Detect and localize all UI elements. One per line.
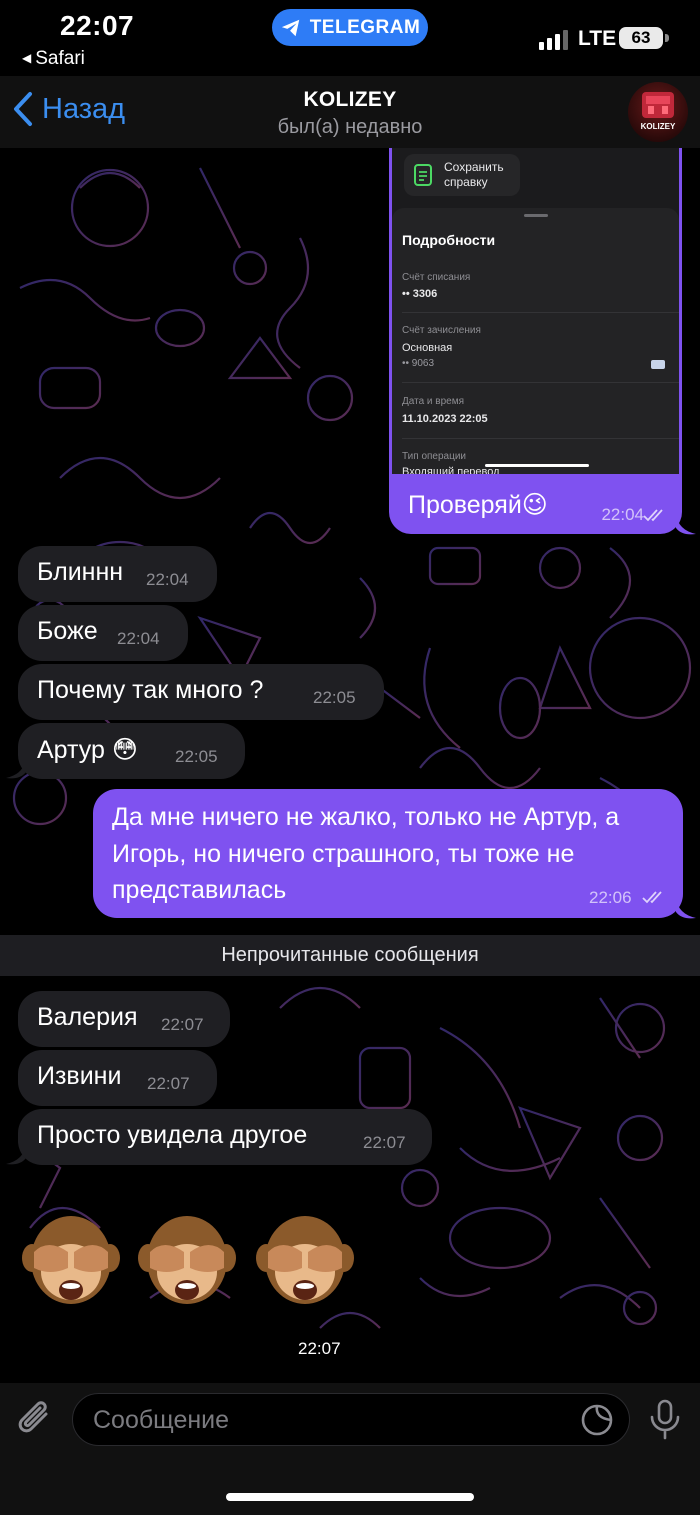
home-indicator: [226, 1493, 474, 1501]
incoming-message[interactable]: Извини 22:07: [18, 1050, 217, 1106]
message-text: Боже: [37, 617, 98, 645]
field-extra: •• 9063: [402, 358, 435, 369]
paperclip-icon[interactable]: [16, 1398, 56, 1440]
incoming-message[interactable]: Просто увидела другое 22:07: [18, 1109, 432, 1165]
incoming-message[interactable]: Артур 😳 22:05: [18, 723, 245, 779]
sheet-grabber: [524, 214, 548, 217]
field-label: Дата и время: [402, 396, 465, 407]
field-divider: [402, 438, 679, 439]
message-time: 22:07: [298, 1339, 341, 1358]
sticker-icon[interactable]: [580, 1403, 614, 1437]
field-divider: [402, 382, 679, 383]
see-no-evil-monkey-icon: [22, 1216, 120, 1304]
unread-messages-divider: Непрочитанные сообщения: [0, 935, 700, 976]
field-label: Тип операции: [402, 451, 467, 462]
message-time: 22:05: [175, 747, 218, 766]
message-time: 22:07: [161, 1015, 204, 1034]
field-label: Счёт зачисления: [402, 325, 481, 336]
outgoing-message[interactable]: Да мне ничего не жалко, только не Артур,…: [93, 789, 683, 918]
message-text: Валерия: [37, 1003, 138, 1031]
message-composer: [0, 1383, 700, 1515]
microphone-icon[interactable]: [648, 1399, 682, 1441]
incoming-message[interactable]: Боже 22:04: [18, 605, 188, 661]
telegram-pill[interactable]: TELEGRAM: [272, 9, 428, 46]
message-time: 22:04: [117, 629, 160, 648]
message-time: 22:06: [589, 888, 632, 907]
details-sheet: Подробности Счёт списания •• 3306 Счёт з…: [392, 208, 679, 474]
avatar-text: KOLIZEY: [640, 122, 676, 131]
image-caption: Проверяй😉: [408, 491, 548, 519]
chat-header: Назад KOLIZEY был(а) недавно KOLIZEY: [0, 76, 700, 148]
card-icon: [651, 360, 665, 369]
chat-status: был(а) недавно: [277, 116, 423, 138]
field-value: Основная: [402, 342, 453, 354]
see-no-evil-monkey-icon: [138, 1216, 236, 1304]
message-input[interactable]: [93, 1402, 563, 1438]
field-label: Счёт списания: [402, 272, 471, 283]
cellular-signal-icon: [539, 30, 568, 50]
app-pill-label: TELEGRAM: [309, 16, 421, 38]
message-time: 22:04: [146, 570, 189, 589]
incoming-message[interactable]: Валерия 22:07: [18, 991, 230, 1047]
battery-tip: [665, 34, 669, 42]
status-bar: 22:07 ◀ Safari TELEGRAM LTE 63: [0, 0, 700, 76]
message-text: Артур 😳: [37, 736, 138, 764]
message-text: Да мне ничего не жалко, только не Артур,…: [112, 803, 620, 904]
details-title: Подробности: [402, 232, 496, 248]
message-text: Почему так много ?: [37, 676, 264, 704]
document-icon: [414, 164, 432, 186]
back-to-app-link[interactable]: ◀ Safari: [22, 48, 85, 70]
message-text: Просто увидела другое: [37, 1121, 308, 1149]
save-receipt-card: Сохранить справку: [404, 154, 520, 196]
outgoing-image-message[interactable]: Сохранить справку Подробности Счёт списа…: [389, 148, 682, 534]
message-input-wrapper: [72, 1393, 630, 1446]
message-time: 22:04: [601, 505, 644, 524]
battery-indicator: 63: [619, 27, 663, 49]
contact-avatar[interactable]: KOLIZEY: [628, 82, 688, 142]
read-checkmarks-icon: [642, 891, 662, 904]
save-receipt-label: Сохранить справку: [444, 160, 504, 189]
status-time: 22:07: [60, 10, 135, 41]
read-checkmarks-icon: [643, 509, 663, 522]
incoming-message[interactable]: Блиннн 22:04: [18, 546, 217, 602]
screenshot-home-indicator: [485, 464, 589, 467]
field-value: Входящий перевод: [402, 466, 500, 474]
field-value: 11.10.2023 22:05: [402, 413, 488, 425]
back-app-label: Safari: [35, 48, 85, 69]
field-value: •• 3306: [402, 288, 438, 300]
message-time: 22:05: [313, 688, 356, 707]
paper-plane-icon: [281, 19, 299, 36]
avatar-logo-icon: [642, 92, 674, 118]
chat-title[interactable]: KOLIZEY: [0, 88, 700, 112]
see-no-evil-monkey-icon: [256, 1216, 354, 1304]
network-type: LTE: [578, 27, 617, 50]
field-divider: [402, 312, 679, 313]
message-text: Блиннн: [37, 558, 124, 586]
incoming-message[interactable]: Почему так много ? 22:05: [18, 664, 384, 720]
message-time: 22:07: [363, 1133, 406, 1152]
attached-screenshot[interactable]: Сохранить справку Подробности Счёт списа…: [392, 148, 679, 474]
message-text: Извини: [37, 1062, 122, 1090]
back-triangle-icon: ◀: [22, 51, 32, 65]
message-time: 22:07: [147, 1074, 190, 1093]
